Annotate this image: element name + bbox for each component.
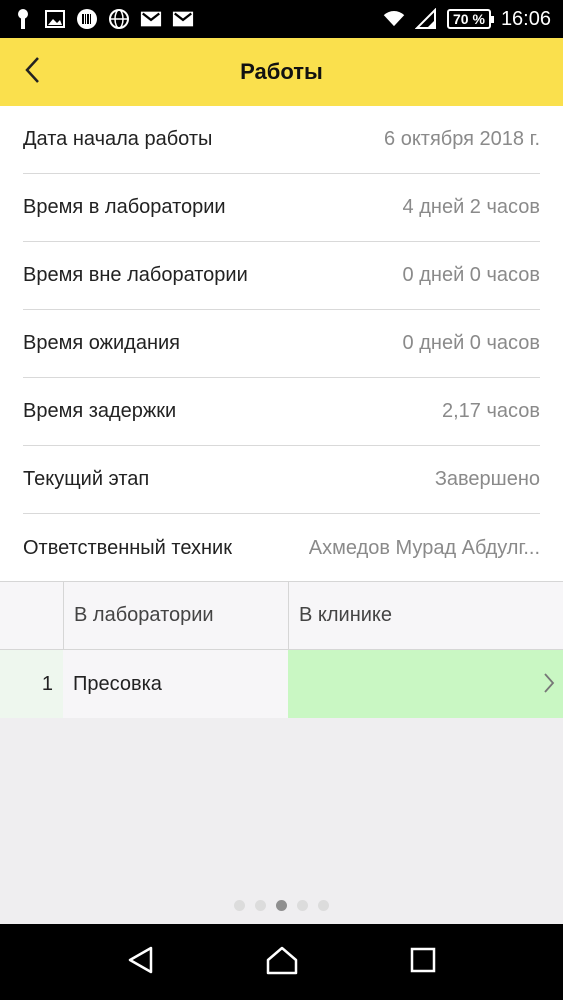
row-clinic-cell[interactable] — [288, 650, 563, 718]
home-icon — [265, 945, 299, 980]
nav-recents-button[interactable] — [399, 938, 447, 986]
detail-label: Время вне лаборатории — [23, 264, 248, 286]
table-row[interactable]: 1 Пресовка — [0, 650, 563, 718]
detail-label: Дата начала работы — [23, 128, 213, 150]
detail-value: Завершено — [434, 468, 540, 490]
column-header-clinic: В клинике — [288, 582, 563, 649]
stages-table: В лаборатории В клинике 1 Пресовка — [0, 581, 563, 718]
page-dot[interactable] — [318, 900, 329, 911]
system-nav-bar — [0, 924, 563, 1000]
wifi-icon — [383, 8, 405, 30]
page-dot-active[interactable] — [276, 900, 287, 911]
app-bar: Работы — [0, 38, 563, 106]
detail-label: Время задержки — [23, 400, 177, 422]
detail-label: Время ожидания — [23, 332, 181, 354]
nav-back-button[interactable] — [117, 938, 165, 986]
detail-label: Время в лаборатории — [23, 196, 226, 218]
back-button[interactable] — [24, 52, 64, 92]
image-icon — [44, 8, 66, 30]
detail-value: 0 дней 0 часов — [402, 264, 540, 286]
detail-row: Время ожидания 0 дней 0 часов — [23, 310, 540, 378]
detail-value: 4 дней 2 часов — [402, 196, 540, 218]
back-triangle-icon — [126, 945, 156, 980]
detail-row: Дата начала работы 6 октября 2018 г. — [23, 106, 540, 174]
page-title: Работы — [240, 59, 323, 84]
detail-value: Ахмедов Мурад Абдулг... — [308, 536, 540, 559]
barcode-icon — [76, 8, 98, 30]
battery-indicator: 70 % — [447, 9, 494, 29]
row-number: 1 — [0, 650, 63, 718]
row-lab-stage: Пресовка — [63, 650, 288, 718]
mail-icon — [172, 8, 194, 30]
key-icon — [12, 8, 34, 30]
detail-label: Текущий этап — [23, 468, 150, 490]
recents-square-icon — [409, 946, 437, 979]
table-header: В лаборатории В клинике — [0, 582, 563, 650]
globe-icon — [108, 8, 130, 30]
detail-row: Время в лаборатории 4 дней 2 часов — [23, 174, 540, 242]
column-header-number — [0, 582, 63, 649]
nav-home-button[interactable] — [258, 938, 306, 986]
detail-value: 6 октября 2018 г. — [384, 128, 540, 150]
details-list: Дата начала работы 6 октября 2018 г. Вре… — [0, 106, 563, 581]
page-indicator — [0, 900, 563, 911]
chevron-left-icon — [24, 56, 40, 89]
mail-icon — [140, 8, 162, 30]
page-dot[interactable] — [234, 900, 245, 911]
detail-label: Ответственный техник — [23, 536, 232, 559]
column-header-lab: В лаборатории — [63, 582, 288, 649]
detail-row: Текущий этап Завершено — [23, 446, 540, 514]
detail-row: Время задержки 2,17 часов — [23, 378, 540, 446]
status-bar: 70 % 16:06 — [0, 0, 563, 38]
page-dot[interactable] — [255, 900, 266, 911]
detail-value: 2,17 часов — [442, 400, 540, 422]
clock: 16:06 — [500, 7, 551, 30]
chevron-right-icon — [543, 672, 555, 700]
detail-value: 0 дней 0 часов — [402, 332, 540, 354]
page-dot[interactable] — [297, 900, 308, 911]
detail-row: Ответственный техник Ахмедов Мурад Абдул… — [23, 514, 540, 582]
detail-row: Время вне лаборатории 0 дней 0 часов — [23, 242, 540, 310]
signal-icon — [415, 8, 437, 30]
